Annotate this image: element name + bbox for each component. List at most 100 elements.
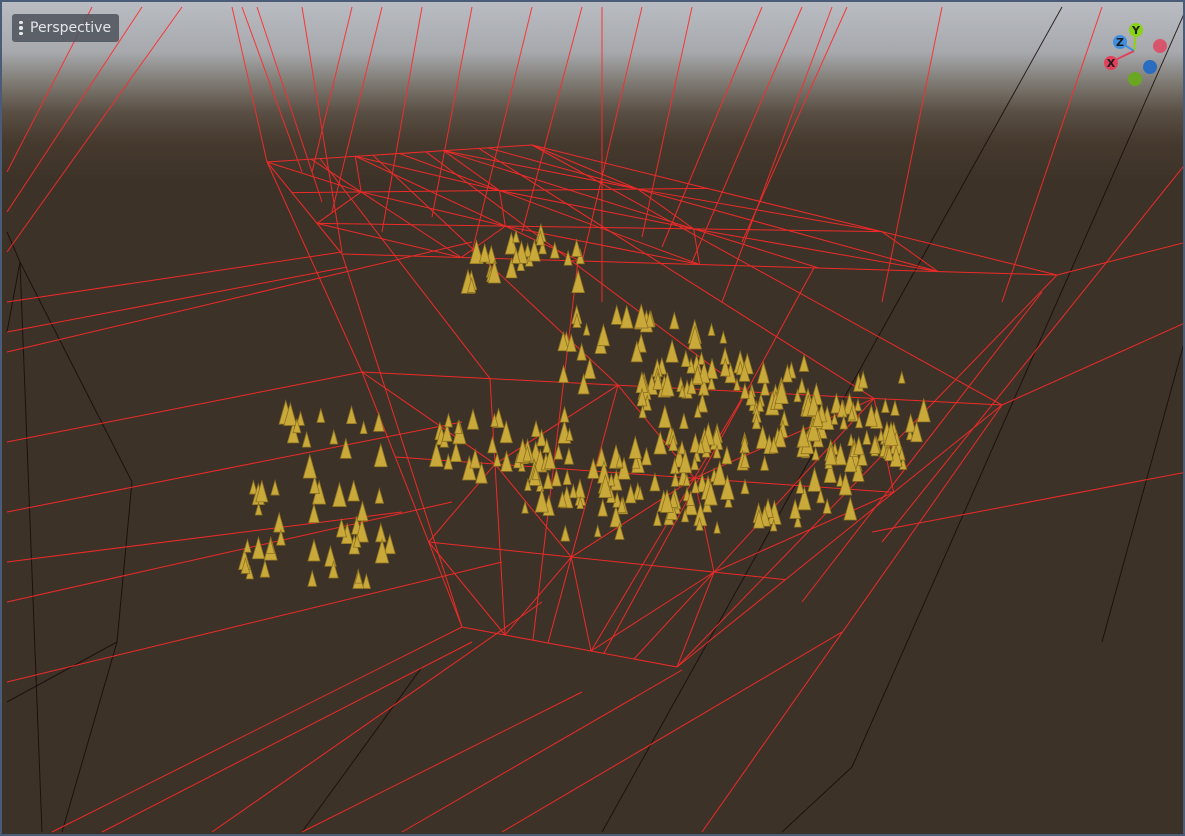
tree-sprite — [563, 446, 574, 465]
tree-sprite — [679, 412, 689, 429]
upper-grid-line — [531, 144, 1058, 276]
tree-sprite — [531, 419, 542, 438]
ground-ray-line — [881, 166, 1183, 543]
ground-ray-line — [6, 241, 473, 353]
tree-sprite — [713, 520, 721, 534]
tree-sprite — [444, 412, 453, 428]
tree-sprite — [881, 397, 890, 413]
connector-line — [676, 274, 1058, 668]
neg-y-axis-handle[interactable] — [1128, 72, 1142, 86]
ground-ray-line — [871, 472, 1183, 533]
tree-sprite — [839, 414, 849, 430]
sky-ray-line — [471, 6, 533, 253]
tree-sprite — [719, 330, 728, 344]
ground-ray-line — [6, 251, 343, 303]
tree-sprite — [597, 498, 608, 517]
lower-grid-line — [428, 541, 786, 581]
tree-sprite — [779, 409, 789, 427]
ground-ray-line — [301, 691, 583, 833]
tree-sprite — [843, 496, 858, 521]
y-axis-label: Y — [1131, 24, 1141, 37]
tree-sprite — [307, 538, 321, 562]
sky-ray-line — [641, 6, 693, 238]
tree-sprite — [383, 533, 396, 555]
upper-grid-line — [355, 155, 581, 262]
ground-ray-line — [6, 421, 463, 513]
tree-sprite — [576, 342, 587, 361]
tree-sprite — [450, 441, 462, 462]
tree-sprite — [324, 544, 337, 567]
tree-sprite — [582, 322, 591, 336]
tree-sprite — [347, 479, 360, 502]
upper-grid-line — [443, 150, 819, 269]
tree-sprite — [251, 535, 266, 560]
tree-sprite — [332, 481, 347, 507]
perspective-view-menu[interactable]: Perspective — [12, 14, 120, 42]
tree-sprite — [665, 339, 679, 363]
tree-sprite — [374, 487, 385, 504]
sky-ray-line — [256, 6, 323, 203]
orientation-gizmo[interactable]: Z Y X — [1094, 14, 1178, 98]
tree-sprite — [571, 269, 586, 294]
sky-ray-line — [661, 6, 763, 248]
tree-sprite — [308, 502, 320, 524]
dark-ray-line — [19, 261, 133, 483]
tree-sprite — [625, 483, 637, 504]
ground-ray-line — [101, 641, 473, 833]
x-axis-label: X — [1107, 57, 1116, 70]
tree-sprite — [243, 538, 252, 553]
tree-sprite — [721, 445, 733, 465]
neg-z-axis-handle[interactable] — [1143, 60, 1157, 74]
tree-sprite — [756, 361, 770, 384]
tree-sprite — [316, 407, 326, 423]
tree-sprite — [890, 399, 900, 416]
sky-ray-line — [431, 6, 473, 218]
view-mode-label: Perspective — [30, 20, 112, 36]
tree-sprite — [740, 382, 750, 399]
upper-grid-diag — [316, 191, 362, 224]
lower-grid-line — [676, 404, 1003, 668]
tree-sprite — [628, 435, 643, 459]
dark-ray-line — [1101, 344, 1183, 643]
tree-sprite — [361, 572, 372, 589]
dark-ray-line — [116, 481, 133, 643]
tree-sprite — [373, 442, 388, 468]
tree-sprite — [658, 404, 672, 428]
tree-sprite — [356, 500, 369, 522]
upper-grid-line — [266, 144, 533, 163]
tree-sprite — [346, 404, 357, 425]
3d-viewport[interactable]: Perspective Z Y X — [0, 0, 1185, 836]
dark-ray-line — [6, 641, 118, 703]
tree-sprite — [375, 522, 387, 543]
tree-sprite — [571, 238, 582, 257]
upper-grid-diag — [354, 156, 362, 193]
sky-ray-line — [881, 6, 943, 303]
tree-sprite — [270, 478, 280, 496]
tree-sprite — [301, 430, 312, 448]
connector-line — [266, 161, 363, 373]
ground-ray-line — [211, 601, 543, 833]
upper-grid-line — [266, 161, 343, 255]
lower-grid-diag — [676, 571, 715, 668]
tree-sprite — [273, 511, 286, 533]
tree-sprite — [653, 430, 668, 455]
tree-sprite — [583, 357, 597, 379]
tree-sprite — [680, 349, 691, 367]
tree-sprite — [807, 466, 822, 492]
tree-sprite — [619, 304, 634, 329]
tree-sprite — [478, 242, 491, 263]
tree-sprite — [359, 420, 368, 435]
tree-sprite — [641, 446, 652, 466]
tree-sprite — [339, 437, 352, 459]
far-wireframe-lines — [6, 6, 1183, 833]
tree-sprite — [307, 569, 318, 587]
sky-ray-line — [381, 6, 423, 233]
dark-ray-line — [601, 6, 1063, 833]
ground-ray-line — [6, 561, 503, 683]
dark-ray-line — [19, 261, 43, 833]
tree-sprite — [797, 377, 807, 394]
neg-x-axis-handle[interactable] — [1153, 39, 1167, 53]
tree-sprite — [569, 483, 578, 499]
kebab-menu-icon — [18, 20, 24, 36]
ground-ray-line — [51, 626, 463, 833]
